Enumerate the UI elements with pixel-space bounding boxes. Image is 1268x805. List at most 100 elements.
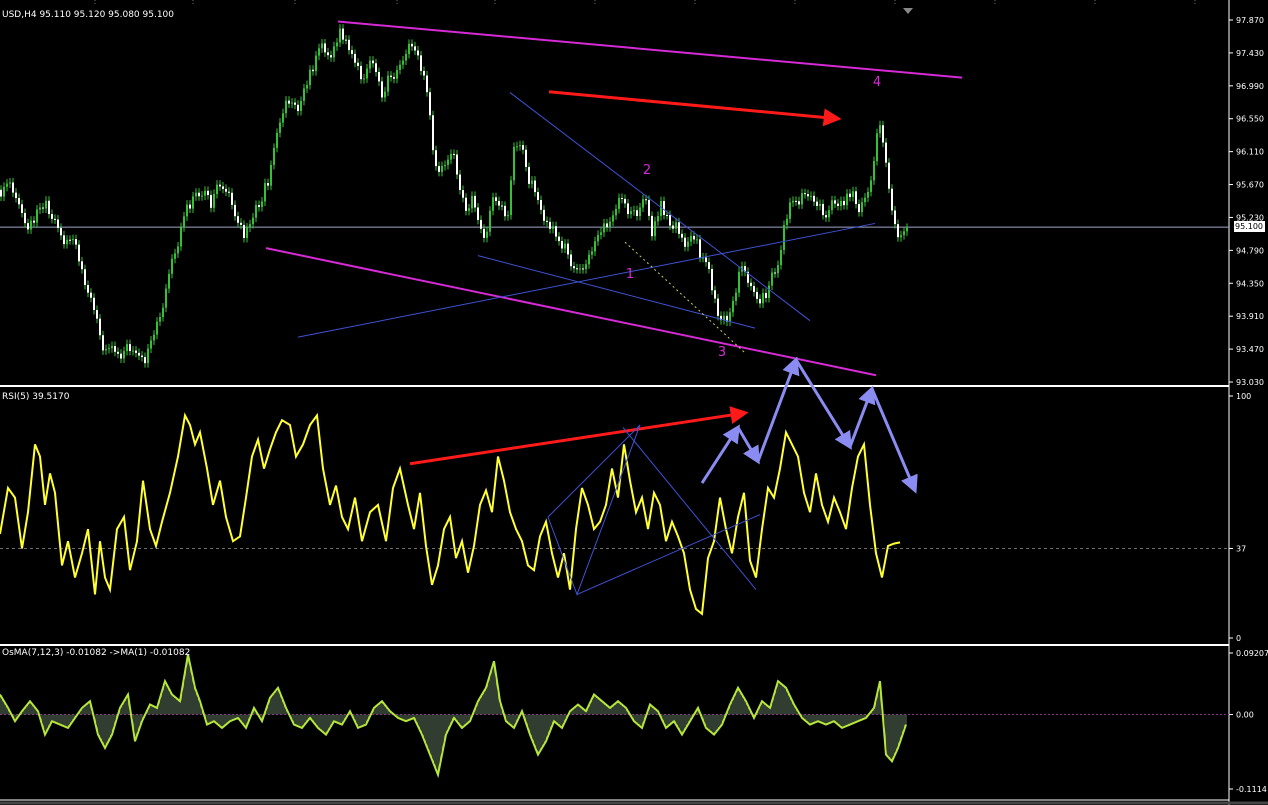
candle-body [402, 60, 404, 65]
candle-body [366, 68, 368, 79]
candle-body [177, 246, 179, 254]
candle-body [540, 200, 542, 210]
candle-body [699, 239, 701, 258]
candle-body [765, 292, 767, 299]
candle-body [729, 312, 731, 322]
candle-body [588, 254, 590, 265]
price-axis-label: 96.990 [1236, 82, 1264, 91]
candle-body [420, 55, 422, 71]
candle-body [798, 201, 800, 205]
candle-body [489, 210, 491, 232]
candle-body [228, 191, 230, 193]
candle-body [174, 253, 176, 259]
candle-body [210, 195, 212, 208]
candle-body [387, 75, 389, 92]
candle-body [96, 309, 98, 319]
candle-body [252, 217, 254, 225]
candle-body [819, 203, 821, 206]
candle-body [513, 146, 515, 181]
candle-body [852, 191, 854, 198]
candle-body [870, 180, 872, 192]
candle-body [825, 215, 827, 218]
candle-body [405, 53, 407, 61]
rsi-zigzag-arrow [756, 356, 800, 462]
candle-body [261, 201, 263, 208]
candle-body [591, 251, 593, 255]
candle-body [285, 100, 287, 114]
candle-body [432, 115, 434, 151]
candle-body [612, 215, 614, 222]
candle-body [804, 193, 806, 195]
candle-body [219, 184, 221, 187]
candle-body [648, 199, 650, 216]
candle-body [576, 268, 578, 270]
price-axis-label: 93.030 [1236, 378, 1264, 387]
candle-body [318, 48, 320, 56]
candle-body [303, 88, 305, 101]
rsi-zigzag-arrow [736, 426, 760, 465]
candle-body [234, 204, 236, 217]
candle-body [90, 292, 92, 298]
candle-body [882, 125, 884, 143]
candle-body [735, 292, 737, 301]
candle-body [501, 205, 503, 207]
candle-body [309, 69, 311, 86]
candle-body [447, 159, 449, 166]
candle-body [600, 232, 602, 235]
candle-body [705, 257, 707, 263]
candle-body [864, 197, 866, 203]
rsi-red-arrow [409, 406, 749, 466]
candle-body [618, 197, 620, 209]
candle-body [360, 65, 362, 80]
candle-body [714, 290, 716, 299]
candle-body [39, 207, 41, 210]
candle-body [786, 218, 788, 225]
candle-body [462, 189, 464, 198]
candle-body [894, 210, 896, 225]
candle-body [831, 200, 833, 211]
rsi-axis-label: 37 [1236, 544, 1246, 553]
candle-body [522, 145, 524, 150]
rsi-zigzag-arrow [870, 388, 918, 494]
candle-body [384, 91, 386, 98]
candle-body [645, 199, 647, 201]
candle-body [102, 335, 104, 351]
candle-body [807, 194, 809, 197]
candle-body [711, 268, 713, 291]
candle-body [654, 221, 656, 237]
candle-body [12, 182, 14, 193]
candle-body [111, 346, 113, 349]
candle-body [153, 334, 155, 341]
candle-body [471, 195, 473, 209]
candle-body [777, 265, 779, 274]
candle-body [507, 215, 509, 217]
candle-body [69, 239, 71, 241]
candle-body [126, 344, 128, 352]
current-price-tag: 95.100 [1234, 221, 1265, 233]
candle-body [186, 204, 188, 217]
price-axis-label: 93.470 [1236, 345, 1264, 354]
candle-body [498, 200, 500, 206]
candle-body [663, 201, 665, 215]
candle-body [666, 214, 668, 216]
candle-body [753, 286, 755, 292]
candle-body [390, 75, 392, 78]
candle-body [858, 203, 860, 213]
candle-body [18, 198, 20, 205]
candle-body [33, 220, 35, 223]
candle-body [750, 282, 752, 287]
candle-body [780, 250, 782, 266]
candle-body [813, 195, 815, 202]
channel-upper-line [337, 20, 963, 79]
candle-body [213, 194, 215, 208]
candle-body [195, 192, 197, 197]
candle-body [534, 180, 536, 193]
candle-body [669, 215, 671, 226]
chart-canvas[interactable]: 97.87097.43096.99096.55096.11095.67095.2… [0, 0, 1268, 805]
candle-body [342, 28, 344, 40]
candle-body [675, 222, 677, 229]
candle-body [642, 199, 644, 208]
candle-body [837, 203, 839, 206]
candle-body [165, 288, 167, 308]
candle-body [15, 192, 17, 199]
